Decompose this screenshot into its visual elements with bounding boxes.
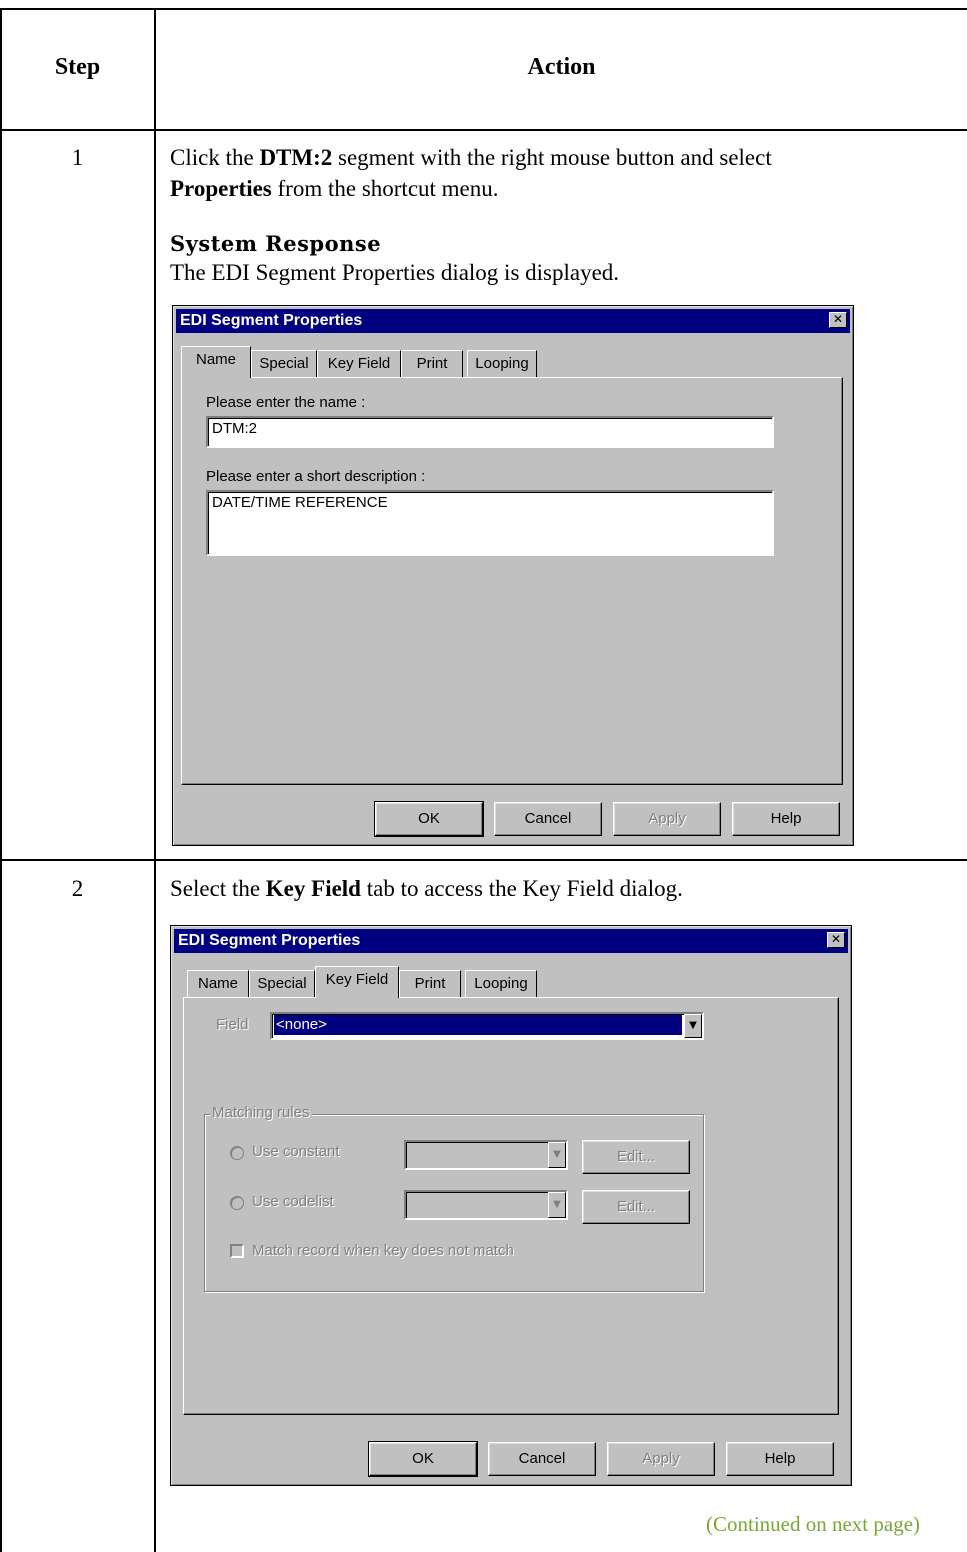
continued-note: (Continued on next page) [706, 1512, 921, 1536]
action-column-header: Action [527, 54, 596, 80]
step-column-header: Step [54, 54, 101, 80]
match-record-checkbox[interactable] [230, 1244, 244, 1258]
tab-special[interactable]: Special [249, 970, 315, 998]
constant-select[interactable]: ▼ [404, 1140, 568, 1170]
tab-name[interactable]: Name [187, 970, 249, 998]
step2-instr-a: Select the [170, 876, 266, 901]
dialog-title: EDI Segment Properties [178, 932, 361, 949]
cancel-button[interactable]: Cancel [488, 1442, 596, 1476]
tab-looping[interactable]: Looping [465, 970, 537, 998]
codelist-select[interactable]: ▼ [404, 1190, 568, 1220]
close-icon[interactable]: ✕ [827, 932, 845, 948]
cancel-button[interactable]: Cancel [494, 802, 602, 836]
step2-instr-bold: Key Field [265, 876, 361, 901]
edi-segment-properties-dialog-1: EDI Segment Properties ✕ Name Special Ke… [172, 305, 854, 846]
ok-button[interactable]: OK [368, 1441, 478, 1477]
step1-instr-bold2: Properties [170, 176, 272, 201]
step1-instr-b: segment with the right mouse button and … [332, 145, 772, 170]
step1-instr-a: Click the [170, 145, 260, 170]
dialog-title-bar: EDI Segment Properties ✕ [176, 309, 850, 333]
field-select[interactable]: <none> ▼ [270, 1012, 704, 1040]
tab-key-field[interactable]: Key Field [317, 350, 401, 378]
name-label: Please enter the name : [206, 394, 366, 411]
apply-button[interactable]: Apply [613, 802, 721, 836]
matching-rules-label: Matching rules [210, 1104, 312, 1121]
table-row-divider [0, 859, 967, 861]
step1-instr-bold1: DTM:2 [259, 145, 333, 170]
tab-panel: Field <none> ▼ Matching rules Use consta… [183, 997, 839, 1415]
edi-segment-properties-dialog-2: EDI Segment Properties ✕ Name Special Ke… [170, 925, 852, 1486]
chevron-down-icon[interactable]: ▼ [684, 1014, 702, 1038]
use-codelist-label: Use codelist [252, 1193, 334, 1210]
tab-key-field[interactable]: Key Field [315, 966, 399, 998]
apply-button[interactable]: Apply [607, 1442, 715, 1476]
table-top-border [0, 8, 967, 10]
tab-looping[interactable]: Looping [467, 350, 537, 378]
field-select-value: <none> [274, 1015, 682, 1035]
tab-print[interactable]: Print [401, 350, 463, 378]
step2-instr-b: tab to access the Key Field dialog. [360, 876, 683, 901]
step-number-1: 1 [71, 145, 84, 170]
name-input[interactable]: DTM:2 [206, 416, 774, 448]
help-button[interactable]: Help [726, 1442, 834, 1476]
table-left-border [0, 8, 2, 1552]
chevron-down-icon: ▼ [548, 1142, 566, 1168]
table-column-divider [154, 8, 156, 1552]
constant-edit-button[interactable]: Edit... [582, 1140, 690, 1174]
field-label: Field [216, 1016, 249, 1033]
dialog-title-bar: EDI Segment Properties ✕ [174, 929, 848, 953]
tab-panel: Please enter the name : DTM:2 Please ent… [181, 377, 843, 785]
system-response-heading: System Response [170, 231, 382, 256]
table-header-divider [0, 129, 967, 131]
description-label: Please enter a short description : [206, 468, 426, 485]
use-constant-label: Use constant [252, 1143, 340, 1160]
tab-name[interactable]: Name [181, 346, 251, 378]
ok-button[interactable]: OK [374, 801, 484, 837]
step1-instr-c: from the shortcut menu. [271, 176, 499, 201]
match-record-label: Match record when key does not match [252, 1242, 514, 1259]
use-codelist-radio[interactable] [230, 1196, 244, 1210]
step-number-2: 2 [71, 876, 84, 901]
chevron-down-icon: ▼ [548, 1192, 566, 1218]
system-response-text: The EDI Segment Properties dialog is dis… [170, 260, 620, 285]
tab-special[interactable]: Special [251, 350, 317, 378]
use-constant-radio[interactable] [230, 1146, 244, 1160]
step1-instruction: Click the DTM:2 segment with the right m… [170, 142, 950, 204]
description-textarea[interactable]: DATE/TIME REFERENCE [206, 490, 774, 556]
dialog-title: EDI Segment Properties [180, 312, 363, 329]
step2-instruction: Select the Key Field tab to access the K… [170, 873, 950, 904]
tab-print[interactable]: Print [399, 970, 461, 998]
help-button[interactable]: Help [732, 802, 840, 836]
codelist-edit-button[interactable]: Edit... [582, 1190, 690, 1224]
close-icon[interactable]: ✕ [829, 312, 847, 328]
